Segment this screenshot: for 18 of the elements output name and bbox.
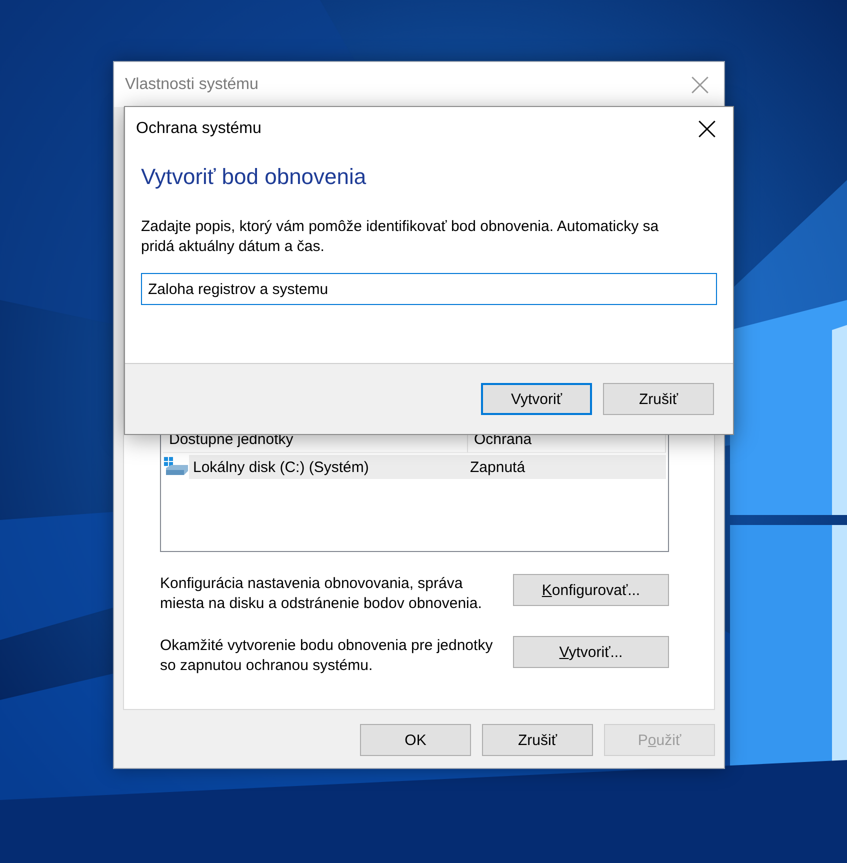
action-button[interactable]: Vytvoriť... [513,636,669,668]
close-icon [691,76,709,94]
drive-icon [163,456,189,478]
dialog-description: Zadajte popis, ktorý vám pomôže identifikovať bod obnovenia. Automaticky sa pridá aktuálny dátum a čas. [141,217,660,257]
dialog-button[interactable]: Zrušiť [603,383,714,415]
action-description: Okamžité vytvorenie bodu obnovenia pre jednotky so zapnutou ochranou systému. [160,636,494,676]
window-title: Vlastnosti systému [125,76,258,94]
protection-cell: Zapnutá [466,455,666,479]
dialog-button[interactable]: Zrušiť [482,724,593,756]
dialog-title: Ochrana systému [136,120,262,138]
drive-cell[interactable]: Lokálny disk (C:) (Systém) [189,455,466,479]
dialog-heading: Vytvoriť bod obnovenia [141,164,368,190]
description-input[interactable]: Zaloha registrov a systemu [141,273,717,305]
close-icon [698,120,716,138]
action-description: Konfigurácia nastavenia obnovovania, správa miesta na disku a odstránenie bodov obnovenia. [160,574,483,614]
dialog-button[interactable]: Vytvoriť [481,383,592,415]
action-button[interactable]: Konfigurovať... [513,574,669,606]
dialog-button[interactable]: OK [360,724,471,756]
